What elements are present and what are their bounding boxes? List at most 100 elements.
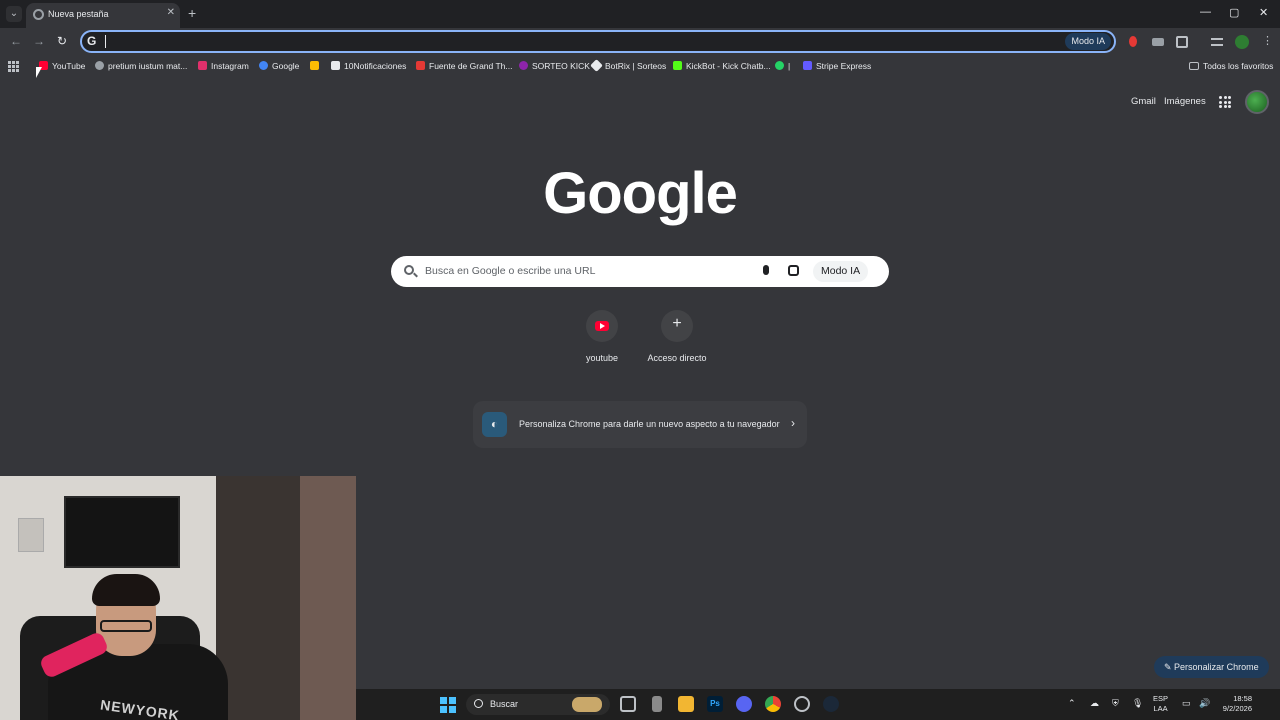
webcam-overlay: NEWYORK xyxy=(0,476,356,720)
microphone-icon[interactable] xyxy=(763,265,769,275)
google-g-icon: G xyxy=(87,34,97,48)
pinwheel-icon xyxy=(310,61,319,70)
shortcut-add[interactable]: + Acceso directo xyxy=(642,310,712,363)
new-tab-button[interactable]: + xyxy=(188,5,196,21)
all-bookmarks-folder[interactable]: Todos los favoritos xyxy=(1189,61,1273,71)
webcam-tv xyxy=(64,496,180,568)
forward-button[interactable]: → xyxy=(33,34,45,48)
volume-icon[interactable]: 🔊 xyxy=(1199,698,1210,709)
search-icon xyxy=(474,699,483,708)
file-explorer-icon[interactable] xyxy=(678,696,694,712)
discord-icon[interactable] xyxy=(736,696,752,712)
extensions-puzzle-icon[interactable] xyxy=(1176,36,1188,48)
x-icon xyxy=(331,61,340,70)
close-window-button[interactable]: ✕ xyxy=(1259,6,1268,19)
customize-chrome-banner[interactable]: ◐ Personaliza Chrome para darle un nuevo… xyxy=(473,401,807,448)
stripe-icon xyxy=(803,61,812,70)
reading-list-icon[interactable] xyxy=(1211,38,1223,46)
language-indicator[interactable]: ESP LAA xyxy=(1153,694,1168,714)
restore-button[interactable]: ▢ xyxy=(1229,6,1239,19)
photoshop-icon[interactable]: Ps xyxy=(707,696,723,712)
address-bar[interactable]: G Modo IA xyxy=(80,30,1116,53)
shortcut-label: youtube xyxy=(585,353,619,363)
pencil-icon: ✎ xyxy=(1164,662,1175,672)
webcam-light-switch xyxy=(18,518,44,552)
webcam-glasses xyxy=(100,620,152,632)
account-avatar[interactable] xyxy=(1245,90,1269,114)
shortcut-youtube[interactable]: youtube xyxy=(567,310,637,363)
whatsapp-icon xyxy=(775,61,784,70)
mouse-cursor-icon xyxy=(36,67,42,78)
tab-close-icon[interactable]: ✕ xyxy=(167,7,175,18)
bookmarks-bar: YouTube pretium iustum mat... Instagram … xyxy=(0,56,1280,78)
plus-icon: + xyxy=(672,315,682,332)
tab-strip: ⌄ Nueva pestaña ✕ + — ▢ ✕ xyxy=(0,0,1280,28)
search-box[interactable]: Busca en Google o escribe una URL Modo I… xyxy=(391,256,889,287)
webcam-curtain xyxy=(300,476,356,720)
microphone-tray-icon[interactable]: 🎙 xyxy=(1132,698,1143,709)
omnibox-modo-ia-button[interactable]: Modo IA xyxy=(1065,33,1111,50)
images-link[interactable]: Imágenes xyxy=(1164,96,1206,107)
bookmark-10notificaciones[interactable]: 10Notificaciones xyxy=(331,61,406,71)
taskbar: Buscar Ps ⌃ ☁ ⛨ 🎙 ESP LAA ▭ 🔊 18:58 9/2/… xyxy=(356,689,1280,720)
google-icon xyxy=(259,61,268,70)
bookmark-google[interactable]: Google xyxy=(259,61,299,71)
apps-grid-icon[interactable] xyxy=(8,61,19,72)
steam-icon[interactable] xyxy=(823,696,839,712)
google-apps-icon[interactable] xyxy=(1219,96,1231,108)
profile-avatar-icon[interactable] xyxy=(1235,35,1249,49)
tab-new-tab[interactable]: Nueva pestaña ✕ xyxy=(26,3,180,28)
search-input[interactable]: Busca en Google o escribe una URL xyxy=(425,265,595,277)
text-caret xyxy=(105,35,106,48)
toolbar: ← → ↻ G Modo IA ⋮ xyxy=(0,28,1280,56)
bookmark-stripe-express[interactable]: Stripe Express xyxy=(803,61,871,71)
globe-icon xyxy=(95,61,104,70)
folder-icon xyxy=(1189,62,1199,70)
task-view-icon[interactable] xyxy=(620,696,636,712)
bookmark-pretium[interactable]: pretium iustum mat... xyxy=(95,61,187,71)
google-logo: Google xyxy=(543,161,738,226)
shortcut-tile xyxy=(586,310,618,342)
palette-icon: ◐ xyxy=(482,412,507,437)
kickbot-icon xyxy=(673,61,682,70)
google-lens-icon[interactable] xyxy=(788,265,799,276)
extension-red-icon[interactable] xyxy=(1129,36,1137,47)
extension-card-icon[interactable] xyxy=(1152,38,1164,46)
security-shield-icon[interactable]: ⛨ xyxy=(1112,698,1119,709)
app-circle-icon[interactable] xyxy=(794,696,810,712)
minimize-button[interactable]: — xyxy=(1200,6,1211,18)
youtube-icon xyxy=(595,321,609,331)
search-highlight-icon xyxy=(572,697,602,712)
network-icon[interactable]: ▭ xyxy=(1182,698,1191,709)
bookmark-whatsapp[interactable]: | xyxy=(775,61,790,71)
taskbar-search[interactable]: Buscar xyxy=(466,694,610,715)
search-modo-ia-button[interactable]: Modo IA xyxy=(813,261,869,282)
chrome-tab-icon xyxy=(33,9,44,20)
clock[interactable]: 18:58 9/2/2026 xyxy=(1216,694,1252,714)
gmail-link[interactable]: Gmail xyxy=(1131,96,1156,107)
onedrive-icon[interactable]: ☁ xyxy=(1090,698,1099,709)
banner-text: Personaliza Chrome para darle un nuevo a… xyxy=(519,419,780,429)
taskbar-search-label: Buscar xyxy=(490,699,519,709)
chevron-right-icon: › xyxy=(791,416,795,430)
kick-icon xyxy=(519,61,528,70)
chrome-icon[interactable] xyxy=(765,696,781,712)
bookmark-pinwheel[interactable] xyxy=(310,61,323,71)
bookmark-fuente-grand-theft[interactable]: Fuente de Grand Th... xyxy=(416,61,512,71)
bookmark-youtube[interactable]: YouTube xyxy=(39,61,85,71)
bookmark-instagram[interactable]: Instagram xyxy=(198,61,249,71)
menu-kebab-icon[interactable]: ⋮ xyxy=(1262,34,1274,47)
font-f-icon xyxy=(416,61,425,70)
tab-search-button[interactable]: ⌄ xyxy=(6,6,22,22)
bookmark-sorteo-kick[interactable]: SORTEO KICK xyxy=(519,61,590,71)
app-generic-icon[interactable] xyxy=(652,696,662,712)
reload-button[interactable]: ↻ xyxy=(57,34,67,48)
personalize-chrome-button[interactable]: ✎ Personalizar Chrome xyxy=(1154,656,1269,678)
shortcut-label: Acceso directo xyxy=(647,353,707,363)
windows-start-icon[interactable] xyxy=(440,697,456,713)
bookmark-kickbot[interactable]: KickBot - Kick Chatb... xyxy=(673,61,771,71)
webcam-hair xyxy=(92,574,160,606)
back-button[interactable]: ← xyxy=(10,34,22,48)
show-hidden-icons-icon[interactable]: ⌃ xyxy=(1068,698,1076,709)
bookmark-botrix[interactable]: BotRix | Sorteos xyxy=(590,59,666,72)
